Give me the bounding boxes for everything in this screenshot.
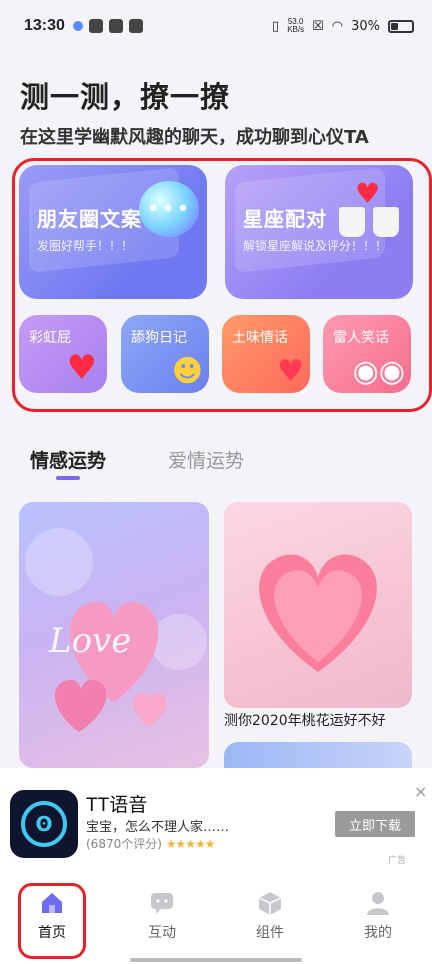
heart-chat-icon: ♥ xyxy=(277,354,304,389)
tt-logo-icon: ʘ xyxy=(21,801,67,847)
chat-icon xyxy=(151,893,173,914)
tt-voice-logo: ʘ xyxy=(10,790,78,858)
close-icon[interactable]: × xyxy=(414,782,427,801)
vibrate-icon: ▯ xyxy=(272,18,280,34)
status-time: 13:30 xyxy=(24,17,65,34)
no-sim-icon: ☒ xyxy=(312,18,324,34)
hand-heart-icon: ♥ xyxy=(66,348,97,388)
heart-icon: ♥ xyxy=(355,177,381,210)
feed-card-next[interactable] xyxy=(224,742,412,768)
tiktok-icon xyxy=(108,19,123,33)
phone-emoji-icon: ☻ xyxy=(171,354,203,389)
notification-icon xyxy=(72,21,83,31)
home-nav-highlight xyxy=(18,883,86,959)
love-hearts-illustration: Love xyxy=(25,528,207,732)
card-jokes[interactable]: 雷人笑话 ◉◉ xyxy=(323,315,411,393)
battery-percent: 30% xyxy=(351,18,380,34)
mug-left xyxy=(339,207,365,237)
ad-banner[interactable]: ʘ TT语音 宝宝，怎么不理人家…… (6870个评分) ★★★★★ 立即下载 … xyxy=(0,768,432,874)
user-icon xyxy=(367,892,389,915)
coffee-mugs-icon: ♥ xyxy=(335,177,405,243)
tab-love-fortune[interactable]: 爱情运势 xyxy=(168,446,244,473)
card-title: 彩虹屁 xyxy=(29,330,71,346)
card-title: 舔狗日记 xyxy=(131,330,187,346)
card-moments-copy[interactable]: 朋友圈文案 发圈好帮手！！！ ••• xyxy=(19,165,207,299)
card-title: 雷人笑话 xyxy=(333,330,389,346)
cube-icon xyxy=(258,892,282,915)
ad-app-name: TT语音 xyxy=(86,795,148,816)
card-simp-diary[interactable]: 舔狗日记 ☻ xyxy=(121,315,209,393)
ad-rating: (6870个评分) ★★★★★ xyxy=(86,837,216,851)
download-button[interactable]: 立即下载 xyxy=(335,811,415,837)
svg-text:Love: Love xyxy=(48,621,131,661)
feed-card-peach-blossom[interactable] xyxy=(224,502,412,708)
rating-stars: ★★★★★ xyxy=(165,837,216,851)
feed-card-love[interactable]: Love xyxy=(19,502,209,768)
page-subtitle: 在这里学幽默风趣的聊天，成功聊到心仪TA xyxy=(20,127,369,148)
network-speed: 53.0 KB/s xyxy=(287,17,305,34)
home-indicator[interactable] xyxy=(130,958,302,962)
card-subtitle: 发圈好帮手！！！ xyxy=(37,239,134,253)
nav-item-widgets[interactable]: 组件 xyxy=(240,890,300,942)
nav-item-interact[interactable]: 互动 xyxy=(132,890,192,942)
card-zodiac-match[interactable]: 星座配对 解锁星座解说及评分！！！ ♥ xyxy=(225,165,413,299)
battery-icon xyxy=(388,19,414,33)
card-title: 朋友圈文案 xyxy=(37,207,142,231)
ad-description: 宝宝，怎么不理人家…… xyxy=(86,820,230,835)
message-icon xyxy=(128,19,143,33)
nav-item-mine[interactable]: 我的 xyxy=(348,890,408,942)
fortune-tabs: 情感运势 爱情运势 xyxy=(30,446,244,480)
app-notification-icon xyxy=(88,19,103,33)
feed-caption: 测你2020年桃花运好不好 xyxy=(224,713,386,729)
status-bar: 13:30 ▯ 53.0 KB/s ☒ ◠ 30% xyxy=(0,0,432,52)
chat-bubble-icon: ••• xyxy=(139,181,199,237)
tab-emotion-fortune[interactable]: 情感运势 xyxy=(30,446,106,480)
page-title: 测一测，撩一撩 xyxy=(20,80,231,114)
mug-right xyxy=(373,207,399,237)
wifi-icon: ◠ xyxy=(331,18,344,34)
card-title: 土味情话 xyxy=(232,330,288,346)
pink-heart-illustration xyxy=(259,554,377,672)
ad-tag: 广告 xyxy=(388,856,407,866)
card-rainbow-fart[interactable]: 彩虹屁 ♥ xyxy=(19,315,107,393)
card-cheesy-lines[interactable]: 土味情话 ♥ xyxy=(222,315,310,393)
googly-eyes-icon: ◉◉ xyxy=(352,354,405,389)
card-title: 星座配对 xyxy=(243,207,327,231)
